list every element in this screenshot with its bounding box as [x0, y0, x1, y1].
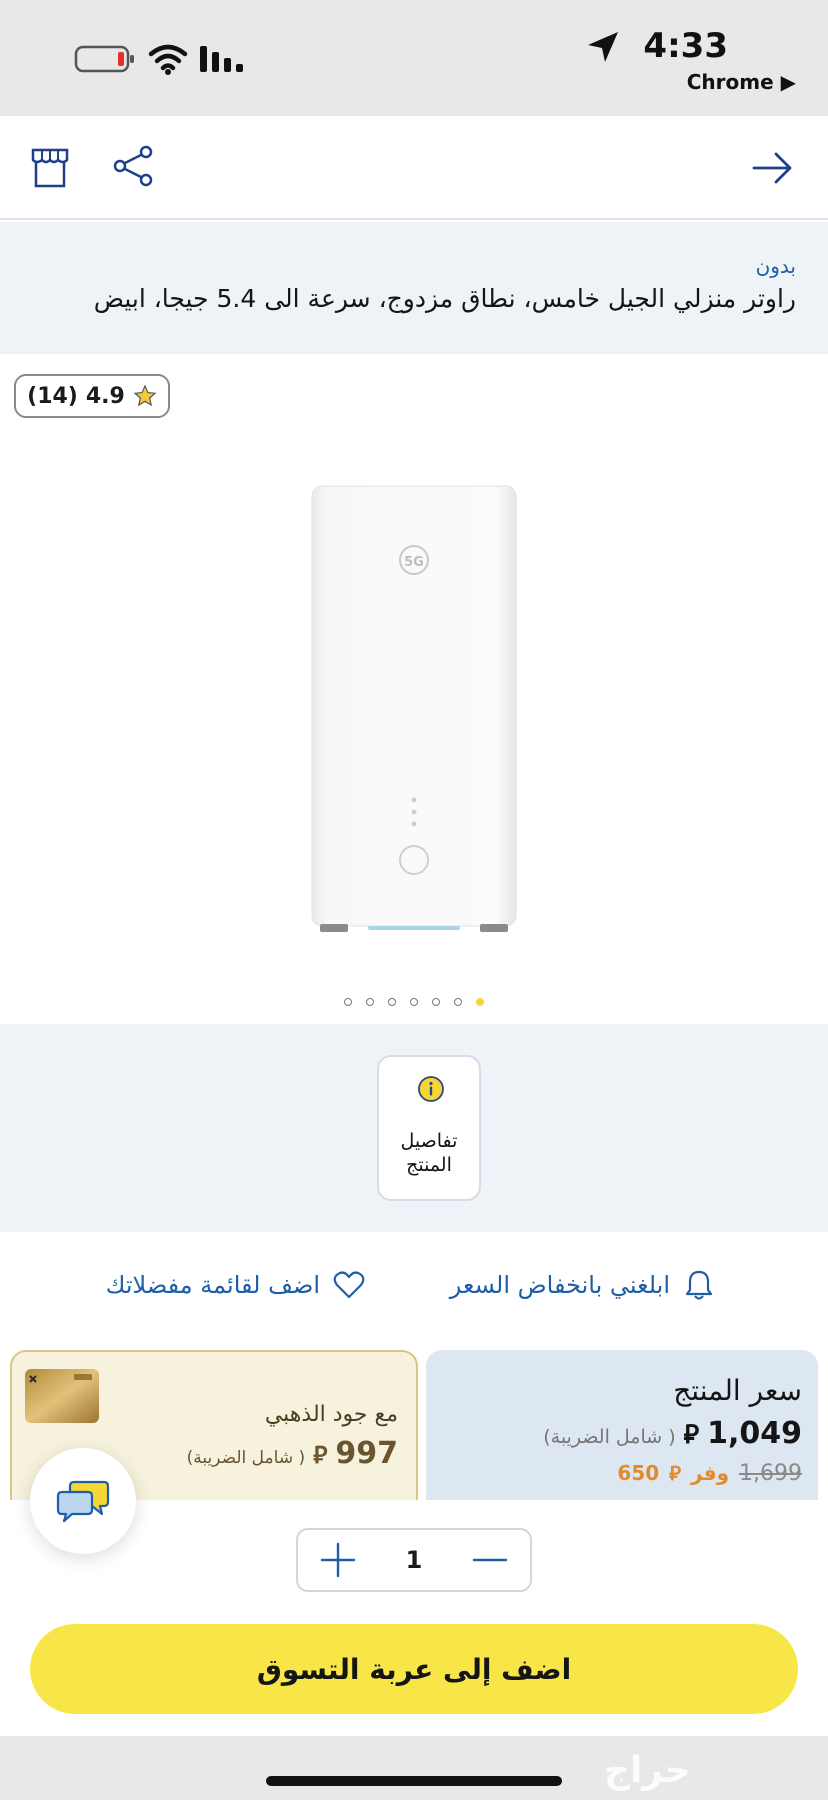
- wishlist-label: اضف لقائمة مفضلاتك: [105, 1271, 320, 1299]
- add-to-cart-button[interactable]: اضف إلى عربة التسوق: [30, 1624, 798, 1714]
- carousel-dot[interactable]: [388, 998, 396, 1006]
- gold-price-row: 997 ⃁ ( شامل الضريبة): [187, 1436, 398, 1471]
- price-value: 1,049: [707, 1416, 802, 1451]
- price-row: 1,049 ⃁ ( شامل الضريبة): [543, 1416, 802, 1451]
- price-card: سعر المنتج 1,049 ⃁ ( شامل الضريبة) 1,699…: [426, 1350, 818, 1500]
- brand-link[interactable]: بدون: [756, 254, 796, 278]
- watermark: حراج: [604, 1750, 691, 1791]
- gold-price: 997: [335, 1436, 398, 1471]
- share-icon[interactable]: [112, 144, 156, 188]
- gold-tax-note: ( شامل الضريبة): [186, 1448, 306, 1468]
- product-image[interactable]: 5G: [308, 482, 520, 942]
- store-icon[interactable]: [30, 146, 70, 188]
- product-5g-label: 5G: [404, 555, 424, 570]
- review-count: (14): [27, 383, 78, 409]
- minus-button[interactable]: [470, 1540, 510, 1580]
- home-indicator[interactable]: [266, 1776, 562, 1786]
- chat-button[interactable]: [30, 1448, 136, 1554]
- location-arrow-icon: [588, 32, 618, 62]
- heart-icon: [333, 1271, 365, 1299]
- carousel-dot[interactable]: [410, 998, 418, 1006]
- status-bar: 4:33 Chrome ▶: [0, 0, 828, 116]
- wishlist-link[interactable]: اضف لقائمة مفضلاتك: [106, 1262, 366, 1308]
- save-row: 1,699 وفر ⃁ 650: [617, 1460, 802, 1486]
- riyal-icon: ⃁: [683, 1420, 700, 1450]
- carousel-dot[interactable]: [432, 998, 440, 1006]
- star-icon: [133, 384, 157, 407]
- gold-card-image: [25, 1369, 99, 1423]
- save-label: وفر: [691, 1461, 730, 1485]
- carousel-dot-active[interactable]: [476, 998, 484, 1006]
- price-label: سعر المنتج: [673, 1374, 802, 1407]
- home-indicator-area: حراج: [0, 1736, 828, 1800]
- status-time: 4:33: [643, 26, 728, 66]
- save-amount: 650: [617, 1461, 660, 1485]
- price-alert-link[interactable]: ابلغني بانخفاض السعر: [450, 1262, 716, 1308]
- product-title: راوتر منزلي الجيل خامس، نطاق مزدوج، سرعة…: [93, 284, 796, 313]
- info-icon: [418, 1076, 444, 1102]
- top-bar: [0, 116, 828, 220]
- carousel-dot[interactable]: [366, 998, 374, 1006]
- chat-icon: [56, 1480, 110, 1523]
- gold-label: مع جود الذهبي: [264, 1402, 398, 1427]
- wifi-icon: [148, 44, 188, 75]
- save-currency-icon: ⃁: [669, 1461, 682, 1485]
- price-alert-label: ابلغني بانخفاض السعر: [449, 1271, 670, 1299]
- carousel-dot[interactable]: [454, 998, 462, 1006]
- actions-row: ابلغني بانخفاض السعر اضف لقائمة مفضلاتك: [0, 1262, 828, 1308]
- product-details-button[interactable]: تفاصيل المنتج: [377, 1055, 481, 1201]
- bottom-panel: 1 اضف إلى عربة التسوق: [0, 1500, 828, 1736]
- quantity-stepper: 1: [296, 1528, 532, 1592]
- rating-value: 4.9: [85, 383, 125, 409]
- product-details-label: تفاصيل المنتج: [400, 1130, 458, 1176]
- rating-badge[interactable]: (14) 4.9: [14, 374, 170, 418]
- gold-riyal-icon: ⃁: [313, 1441, 328, 1469]
- battery-icon: [74, 45, 134, 73]
- tax-note: ( شامل الضريبة): [543, 1426, 676, 1448]
- carousel-dot[interactable]: [344, 998, 352, 1006]
- old-price: 1,699: [739, 1461, 802, 1486]
- product-header: بدون راوتر منزلي الجيل خامس، نطاق مزدوج،…: [0, 222, 828, 354]
- back-to-app[interactable]: Chrome ▶: [687, 70, 796, 94]
- signal-icon: [200, 46, 243, 72]
- bell-icon: [685, 1270, 713, 1300]
- carousel-dots[interactable]: [344, 998, 484, 1006]
- back-arrow-icon[interactable]: [750, 148, 794, 188]
